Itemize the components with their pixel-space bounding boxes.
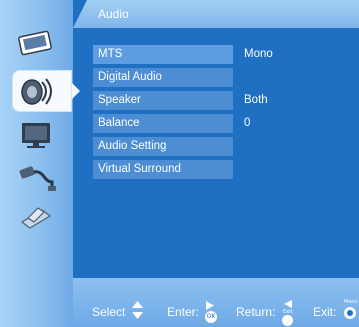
ok-key-label: OK (206, 313, 216, 320)
menu-key-dot (347, 310, 353, 316)
picture-icon[interactable] (14, 26, 58, 60)
menu-item-label[interactable]: Digital Audio (93, 68, 233, 87)
input-source-icon[interactable] (14, 158, 58, 192)
menu-item-label[interactable]: Audio Setting (93, 137, 233, 156)
tv-icon[interactable] (14, 118, 58, 152)
menu-item-label[interactable]: MTS (93, 45, 233, 64)
settings-icon[interactable] (14, 200, 58, 234)
page-title: Audio (98, 7, 129, 21)
select-hint-label: Select (92, 305, 126, 319)
sidebar (0, 0, 80, 327)
menu-item-value: Both (244, 94, 268, 106)
return-exit-icon: Exit (281, 299, 295, 326)
header-notch (73, 0, 87, 28)
return-hint-label: Return: (236, 305, 276, 319)
header-bar: Audio (73, 0, 359, 28)
audio-menu-screen: Audio MTS Mono Digital Audio Speaker Bot… (0, 0, 359, 327)
menu-item-label[interactable]: Virtual Surround (93, 160, 233, 179)
enter-ok-icon: OK (204, 300, 218, 324)
exit-hint-label: Exit: (313, 305, 337, 319)
menu-item-value: Mono (244, 48, 273, 60)
menu-key-icon: Menu (342, 299, 359, 327)
enter-hint-label: Enter: (167, 305, 200, 319)
menu-key-label: Menu (344, 299, 358, 305)
audio-icon[interactable] (14, 74, 58, 108)
menu-item-value: 0 (244, 117, 251, 129)
menu-item-label[interactable]: Balance (93, 114, 233, 133)
menu-item-label[interactable]: Speaker (93, 91, 233, 110)
up-down-arrow-icon (131, 300, 144, 320)
